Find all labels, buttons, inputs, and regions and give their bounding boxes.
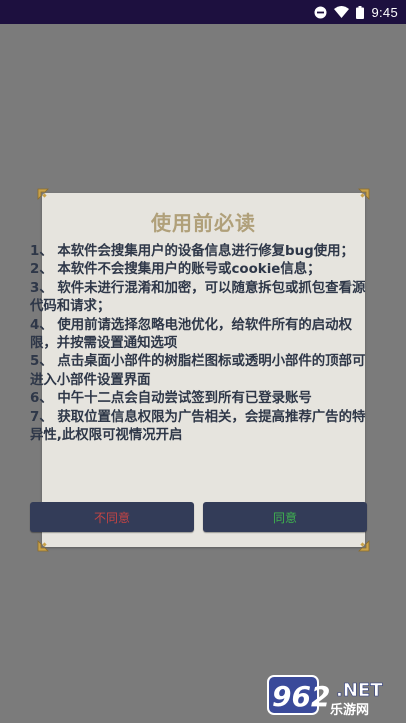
svg-text:.NET: .NET (336, 680, 383, 701)
battery-icon (356, 5, 365, 19)
site-watermark-logo: 962 .NET 乐游网 (266, 674, 400, 718)
status-time: 9:45 (371, 4, 398, 20)
privacy-dialog: 使用前必读 1、 本软件会搜集用户的设备信息进行修复bug使用； 2、 本软件不… (30, 188, 370, 552)
do-not-disturb-icon (314, 6, 327, 19)
dialog-title: 使用前必读 (151, 211, 256, 235)
disagree-button[interactable]: 不同意 (30, 502, 194, 532)
status-bar: 9:45 (0, 0, 406, 24)
dialog-body-text: 1、 本软件会搜集用户的设备信息进行修复bug使用； 2、 本软件不会搜集用户的… (30, 244, 366, 444)
corner-ornament-icon (352, 188, 370, 206)
corner-ornament-icon (352, 534, 370, 552)
corner-ornament-icon (37, 188, 55, 206)
wifi-icon (334, 6, 350, 18)
corner-ornament-icon (37, 534, 55, 552)
svg-text:乐游网: 乐游网 (330, 702, 369, 718)
svg-text:962: 962 (272, 680, 330, 713)
agree-button[interactable]: 同意 (203, 502, 367, 532)
